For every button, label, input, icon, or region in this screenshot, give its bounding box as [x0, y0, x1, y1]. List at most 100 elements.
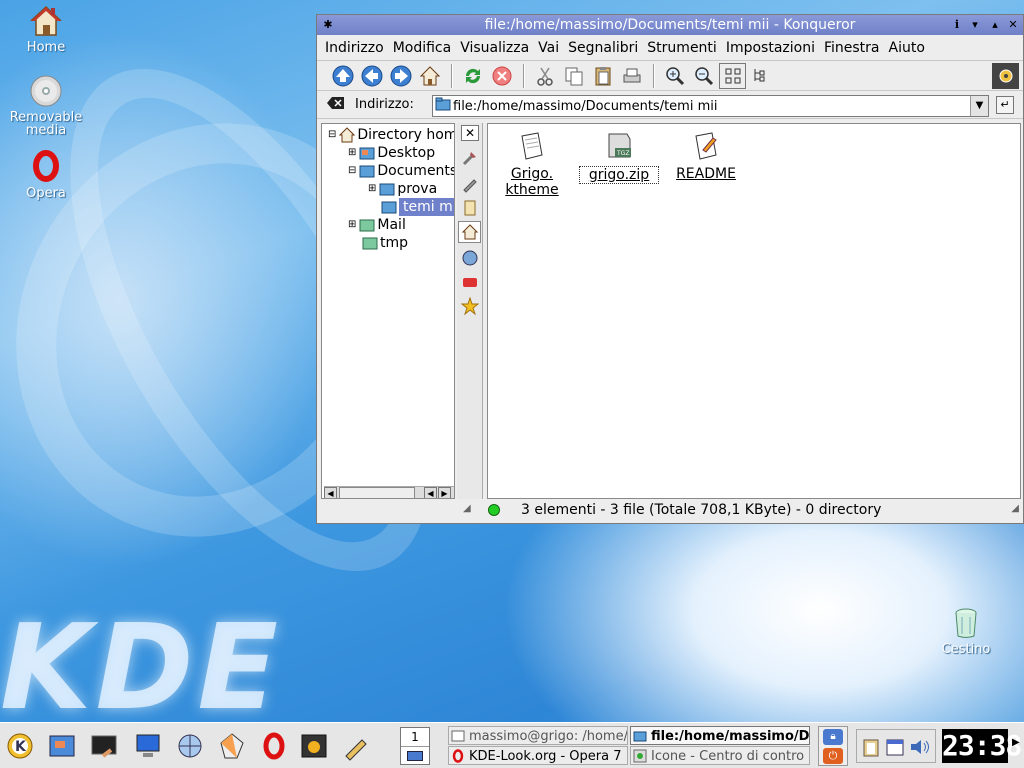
tree-item-tmp[interactable]: tmp: [362, 234, 408, 252]
main-toolbar: [317, 61, 1023, 91]
taskbar-scroll-right-icon[interactable]: ▶: [1012, 737, 1020, 748]
print-button[interactable]: [618, 63, 645, 89]
menu-finestra[interactable]: Finestra: [824, 40, 880, 56]
konqueror-launcher[interactable]: [172, 727, 208, 765]
zoom-in-button[interactable]: [661, 63, 688, 89]
services-tab[interactable]: [458, 147, 481, 169]
tree-item-mail[interactable]: ⊞ Mail: [348, 216, 406, 234]
forward-button[interactable]: [387, 63, 414, 89]
location-input[interactable]: file:/home/massimo/Documents/temi mii ▼: [432, 95, 989, 117]
desktop-icon-label: Home: [26, 40, 66, 55]
help-button[interactable]: i: [949, 17, 965, 33]
tree-view-button[interactable]: [748, 63, 775, 89]
task-konqueror[interactable]: file:/home/massimo/Do: [630, 726, 810, 745]
task-opera[interactable]: KDE-Look.org - Opera 7: [448, 746, 628, 765]
bookmarks-tab[interactable]: [458, 197, 481, 219]
tree-item-prova[interactable]: ⊞ prova: [368, 180, 437, 198]
maximize-button[interactable]: ▴: [987, 17, 1003, 33]
task-terminal[interactable]: massimo@grigo: /home/: [448, 726, 628, 745]
terminal-launcher[interactable]: [86, 727, 122, 765]
network-tab[interactable]: [458, 247, 481, 269]
menu-modifica[interactable]: Modifica: [393, 40, 452, 56]
menu-vai[interactable]: Vai: [538, 40, 559, 56]
expand-icon: ⊞: [368, 183, 377, 194]
kmenu-button[interactable]: K: [2, 727, 38, 765]
status-bar: 3 elementi - 3 file (Totale 708,1 KByte)…: [483, 499, 1021, 521]
history-tab[interactable]: [458, 173, 481, 195]
kde-gear-button[interactable]: [992, 63, 1019, 89]
icon-view-button[interactable]: [719, 62, 746, 89]
menu-visualizza[interactable]: Visualizza: [460, 40, 529, 56]
zoom-out-button[interactable]: [690, 63, 717, 89]
tree-item-label: Directory home: [357, 127, 454, 143]
logout-button[interactable]: ⏻: [823, 748, 843, 764]
scroll-right-arrow[interactable]: ▶: [438, 487, 451, 498]
up-button[interactable]: [329, 63, 356, 89]
task-control-center[interactable]: Icone - Centro di contro: [630, 746, 810, 765]
desktop-icon-opera[interactable]: Opera: [8, 150, 84, 201]
scroll-left-arrow[interactable]: ◀: [324, 487, 337, 498]
reload-button[interactable]: [459, 63, 486, 89]
desktop-pager[interactable]: 1: [400, 727, 430, 765]
opera-launcher[interactable]: [256, 727, 292, 765]
desktop-icon-removable-media[interactable]: Removable media: [8, 74, 84, 138]
file-item-grigo-ktheme[interactable]: Grigo. ktheme: [492, 130, 572, 198]
minimize-button[interactable]: ▾: [967, 17, 983, 33]
control-center-icon: [301, 734, 327, 758]
close-button[interactable]: ✕: [1005, 17, 1021, 33]
clear-location-icon[interactable]: [327, 96, 349, 114]
close-sidebar-button[interactable]: ✕: [461, 125, 479, 141]
show-desktop-launcher[interactable]: [44, 727, 80, 765]
tree-item-documents[interactable]: ⊟ Documents: [348, 162, 454, 180]
computer-launcher[interactable]: [130, 727, 166, 765]
gear-icon: [999, 69, 1012, 83]
lock-screen-button[interactable]: 🔒︎: [823, 729, 843, 745]
control-center-launcher[interactable]: [296, 727, 332, 765]
volume-icon[interactable]: [909, 737, 931, 761]
clipboard-icon[interactable]: [861, 737, 881, 761]
menu-aiuto[interactable]: Aiuto: [889, 40, 925, 56]
desktop-icon-home[interactable]: Home: [8, 4, 84, 55]
clock[interactable]: 23:38: [942, 729, 1022, 763]
graphics-launcher[interactable]: [214, 727, 250, 765]
menu-indirizzo[interactable]: Indirizzo: [325, 40, 384, 56]
editor-launcher[interactable]: [338, 727, 374, 765]
menu-strumenti[interactable]: Strumenti: [647, 40, 717, 56]
crystal-icon: [220, 733, 244, 759]
home-button[interactable]: [416, 63, 443, 89]
location-dropdown-arrow[interactable]: ▼: [970, 96, 988, 116]
tree-item-temi-mii[interactable]: temi mii: [381, 198, 454, 216]
menu-segnalibri[interactable]: Segnalibri: [568, 40, 638, 56]
tree-item-home[interactable]: ⊟ Directory home: [328, 126, 454, 144]
back-button[interactable]: [358, 63, 385, 89]
home-tab[interactable]: [458, 221, 481, 243]
content-area: ⊟ Directory home ⊞ Desktop ⊟ Documents ⊞…: [321, 123, 1021, 499]
tools-icon: [462, 152, 476, 166]
favorites-tab[interactable]: [458, 295, 481, 317]
pin-icon[interactable]: ✱: [320, 17, 336, 33]
menu-impostazioni[interactable]: Impostazioni: [726, 40, 815, 56]
tree-item-desktop[interactable]: ⊞ Desktop: [348, 144, 435, 162]
file-item-grigo-zip[interactable]: TGZ grigo.zip: [579, 130, 659, 184]
window-titlebar[interactable]: ✱ file:/home/massimo/Documents/temi mii …: [317, 15, 1023, 35]
cut-button[interactable]: [531, 63, 558, 89]
calendar-icon[interactable]: [885, 737, 905, 761]
tree-item-label: Mail: [377, 217, 406, 233]
file-item-readme[interactable]: README: [666, 130, 746, 182]
folder-icon: [379, 183, 395, 196]
folder-icon: [359, 219, 375, 232]
copy-icon: [565, 67, 582, 85]
desktop-icon-trash[interactable]: Cestino: [928, 606, 1004, 657]
stop-button[interactable]: [488, 63, 515, 89]
paste-button[interactable]: [589, 63, 616, 89]
devices-tab[interactable]: [458, 271, 481, 293]
expand-icon: ⊞: [348, 219, 357, 230]
horizontal-scrollbar[interactable]: ◀ ◀ ▶: [324, 486, 454, 498]
go-button[interactable]: ↵: [996, 96, 1014, 114]
copy-button[interactable]: [560, 63, 587, 89]
scroll-thumb[interactable]: [339, 487, 415, 498]
status-text: 3 elementi - 3 file (Totale 708,1 KByte)…: [521, 502, 882, 518]
resize-grip-icon[interactable]: ◢: [1011, 503, 1019, 514]
resize-grip-icon[interactable]: ◢: [463, 503, 471, 514]
scroll-left-arrow-2[interactable]: ◀: [424, 487, 437, 498]
